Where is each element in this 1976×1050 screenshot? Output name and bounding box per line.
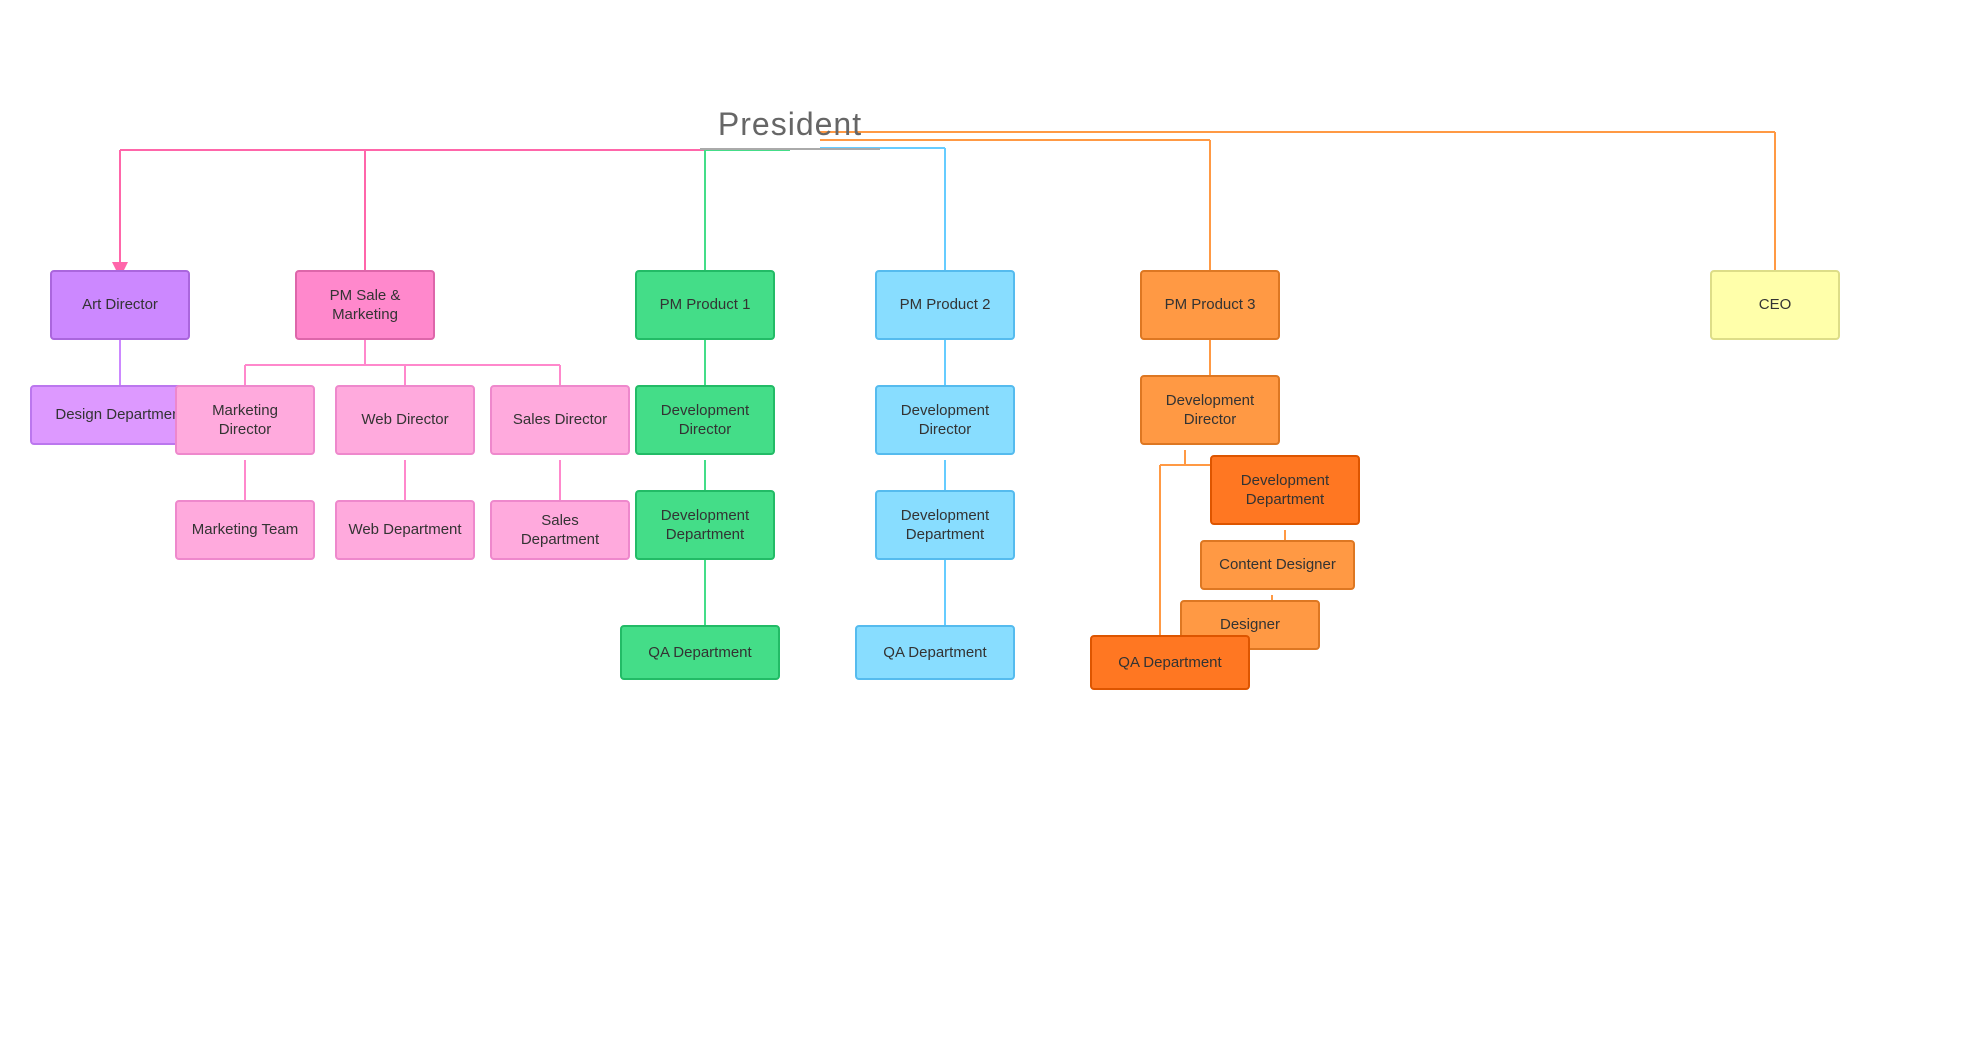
president-underline [700, 148, 880, 150]
pm-product3-node[interactable]: PM Product 3 [1140, 270, 1280, 340]
qa-dept1-node[interactable]: QA Department [620, 625, 780, 680]
ceo-node[interactable]: CEO [1710, 270, 1840, 340]
sales-director-node[interactable]: Sales Director [490, 385, 630, 455]
dev-director3-node[interactable]: DevelopmentDirector [1140, 375, 1280, 445]
qa-dept3-node[interactable]: QA Department [1090, 635, 1250, 690]
pm-sale-marketing-node[interactable]: PM Sale &Marketing [295, 270, 435, 340]
art-director-node[interactable]: Art Director [50, 270, 190, 340]
sales-dept-node[interactable]: Sales Department [490, 500, 630, 560]
pm-product2-node[interactable]: PM Product 2 [875, 270, 1015, 340]
marketing-director-node[interactable]: MarketingDirector [175, 385, 315, 455]
dev-director1-node[interactable]: DevelopmentDirector [635, 385, 775, 455]
web-dept-node[interactable]: Web Department [335, 500, 475, 560]
dev-dept3-node[interactable]: DevelopmentDepartment [1210, 455, 1360, 525]
pm-product1-node[interactable]: PM Product 1 [635, 270, 775, 340]
dev-director2-node[interactable]: DevelopmentDirector [875, 385, 1015, 455]
qa-dept2-node[interactable]: QA Department [855, 625, 1015, 680]
dev-dept1-node[interactable]: DevelopmentDepartment [635, 490, 775, 560]
marketing-team-node[interactable]: Marketing Team [175, 500, 315, 560]
dev-dept2-node[interactable]: DevelopmentDepartment [875, 490, 1015, 560]
content-designer-node[interactable]: Content Designer [1200, 540, 1355, 590]
president-node: President [700, 100, 880, 150]
web-director-node[interactable]: Web Director [335, 385, 475, 455]
org-chart: President Art Director Design Department… [0, 0, 1976, 1050]
